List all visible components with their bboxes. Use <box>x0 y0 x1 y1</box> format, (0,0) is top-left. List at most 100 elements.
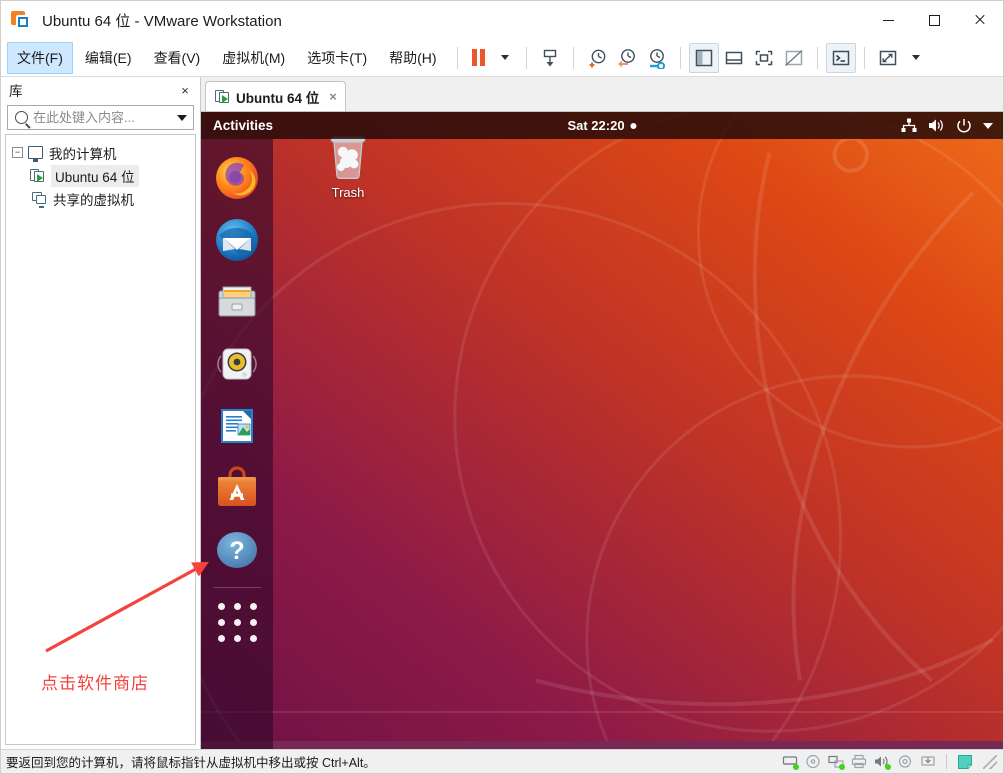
suspend-button[interactable] <box>466 43 492 73</box>
vmware-icon <box>11 9 33 31</box>
status-bar: 要返回到您的计算机，请将鼠标指针从虚拟机中移出或按 Ctrl+Alt。 <box>1 749 1003 773</box>
menu-help[interactable]: 帮助(H) <box>379 42 446 74</box>
usb-controller-icon <box>898 755 912 768</box>
volume-icon <box>929 119 943 132</box>
activities-button[interactable]: Activities <box>213 118 273 133</box>
dock-item-files[interactable] <box>213 278 261 326</box>
enter-fullscreen-button[interactable] <box>749 43 779 73</box>
snapshot-revert-icon <box>617 48 635 67</box>
snapshot-manager-icon <box>649 48 665 69</box>
clock-label: Sat 22:20 <box>567 118 625 133</box>
power-dropdown-button[interactable] <box>492 43 518 73</box>
close-button[interactable] <box>957 1 1003 39</box>
tree-item-ubuntu-64[interactable]: Ubuntu 64 位 <box>8 164 193 187</box>
library-search-box[interactable] <box>7 105 194 130</box>
dock-item-firefox[interactable] <box>213 154 261 202</box>
vm-tab-label: Ubuntu 64 位 <box>236 90 320 106</box>
vm-tab-strip: Ubuntu 64 位 × <box>201 77 1003 111</box>
dock-item-thunderbird[interactable] <box>213 216 261 264</box>
toolbar-separator <box>572 46 574 69</box>
dock-item-help[interactable]: ? <box>213 526 261 574</box>
ubuntu-dock: ? <box>201 139 273 749</box>
status-message-icon[interactable] <box>957 754 973 769</box>
stretch-icon <box>879 50 896 65</box>
status-cd-dvd-icon[interactable] <box>805 754 821 769</box>
library-sidebar: 库 × − 我的计算机 Ubuntu 64 位 <box>1 77 201 749</box>
revert-snapshot-button[interactable] <box>612 43 642 73</box>
thunderbird-icon <box>216 219 258 261</box>
menu-file[interactable]: 文件(F) <box>7 41 73 74</box>
chevron-down-icon[interactable] <box>177 114 187 121</box>
monitor-icon <box>28 146 43 162</box>
window-title: Ubuntu 64 位 - VMware Workstation <box>42 12 282 30</box>
show-thumbnail-bar-button[interactable] <box>719 43 749 73</box>
toolbar-separator <box>525 46 527 69</box>
power-icon <box>957 118 971 132</box>
chevron-down-icon <box>500 55 509 60</box>
vm-tab-close-button[interactable]: × <box>329 89 337 104</box>
dock-item-libreoffice-writer[interactable] <box>213 402 261 450</box>
snapshot-add-icon <box>589 49 605 67</box>
files-icon <box>218 286 256 317</box>
dock-item-rhythmbox[interactable] <box>213 340 261 388</box>
send-ctrl-alt-del-button[interactable] <box>535 43 565 73</box>
menu-edit[interactable]: 编辑(E) <box>75 42 142 74</box>
desktop-wallpaper <box>201 112 1003 742</box>
unity-mode-button[interactable] <box>779 43 809 73</box>
dock-item-ubuntu-software[interactable] <box>213 464 261 512</box>
show-library-button[interactable] <box>688 42 719 73</box>
guest-screen[interactable]: Activities Sat 22:20 ? Trash <box>201 111 1003 749</box>
console-view-button[interactable] <box>825 42 856 73</box>
toolbar-separator <box>679 46 681 69</box>
menu-view[interactable]: 查看(V) <box>144 42 211 74</box>
status-sound-icon[interactable] <box>874 754 891 770</box>
menu-tabs[interactable]: 选项卡(T) <box>297 42 377 74</box>
status-printer-icon[interactable] <box>851 754 867 769</box>
menu-vm[interactable]: 虚拟机(M) <box>212 42 295 74</box>
window-controls <box>865 1 1003 39</box>
status-usb-icon[interactable] <box>897 754 913 769</box>
chevron-down-icon[interactable] <box>983 122 993 129</box>
status-download-icon[interactable] <box>920 754 936 769</box>
maximize-icon <box>928 14 940 26</box>
take-snapshot-button[interactable] <box>582 43 612 73</box>
tree-item-my-computer[interactable]: − 我的计算机 <box>8 141 193 164</box>
library-close-button[interactable]: × <box>176 81 194 99</box>
svg-text:?: ? <box>229 537 244 565</box>
fullscreen-icon <box>755 50 772 65</box>
annotation-text: 点击软件商店 <box>41 674 149 693</box>
library-tree: − 我的计算机 Ubuntu 64 位 共享的虚拟机 <box>5 134 196 745</box>
stretch-dropdown-button[interactable] <box>903 43 929 73</box>
vm-running-icon <box>30 168 45 183</box>
search-input[interactable] <box>33 110 173 125</box>
shared-vm-icon <box>32 191 47 208</box>
printer-icon <box>851 754 867 769</box>
desktop-icon-trash[interactable]: Trash <box>305 130 391 200</box>
tree-expander-icon[interactable]: − <box>12 147 23 158</box>
status-hard-disk-icon[interactable] <box>782 754 799 770</box>
library-title: 库 <box>9 84 23 99</box>
stretch-guest-button[interactable] <box>873 43 903 73</box>
notification-dot-icon <box>630 122 637 129</box>
vm-tab-ubuntu-64[interactable]: Ubuntu 64 位 × <box>205 81 346 111</box>
vm-running-icon <box>215 89 230 104</box>
cd-dvd-icon <box>806 754 820 769</box>
maximize-button[interactable] <box>911 1 957 39</box>
clock[interactable]: Sat 22:20 <box>567 118 637 133</box>
rhythmbox-icon <box>217 348 257 380</box>
close-icon <box>974 14 986 26</box>
status-network-icon[interactable] <box>828 754 845 770</box>
main-body: 库 × − 我的计算机 Ubuntu 64 位 <box>1 77 1003 749</box>
toolbar-separator <box>456 46 458 69</box>
snapshot-manager-button[interactable] <box>642 43 672 73</box>
minimize-button[interactable] <box>865 1 911 39</box>
terminal-icon <box>832 50 849 65</box>
tree-item-label: 共享的虚拟机 <box>53 192 134 208</box>
message-log-icon <box>958 755 972 769</box>
tree-item-shared-vms[interactable]: 共享的虚拟机 <box>8 187 193 210</box>
vmware-workstation-window: Ubuntu 64 位 - VMware Workstation 文件(F) 编… <box>0 0 1004 774</box>
tree-item-label: 我的计算机 <box>49 146 117 162</box>
resize-grip[interactable] <box>983 754 997 769</box>
show-applications-button[interactable] <box>213 598 261 646</box>
system-status-area[interactable] <box>901 118 993 134</box>
